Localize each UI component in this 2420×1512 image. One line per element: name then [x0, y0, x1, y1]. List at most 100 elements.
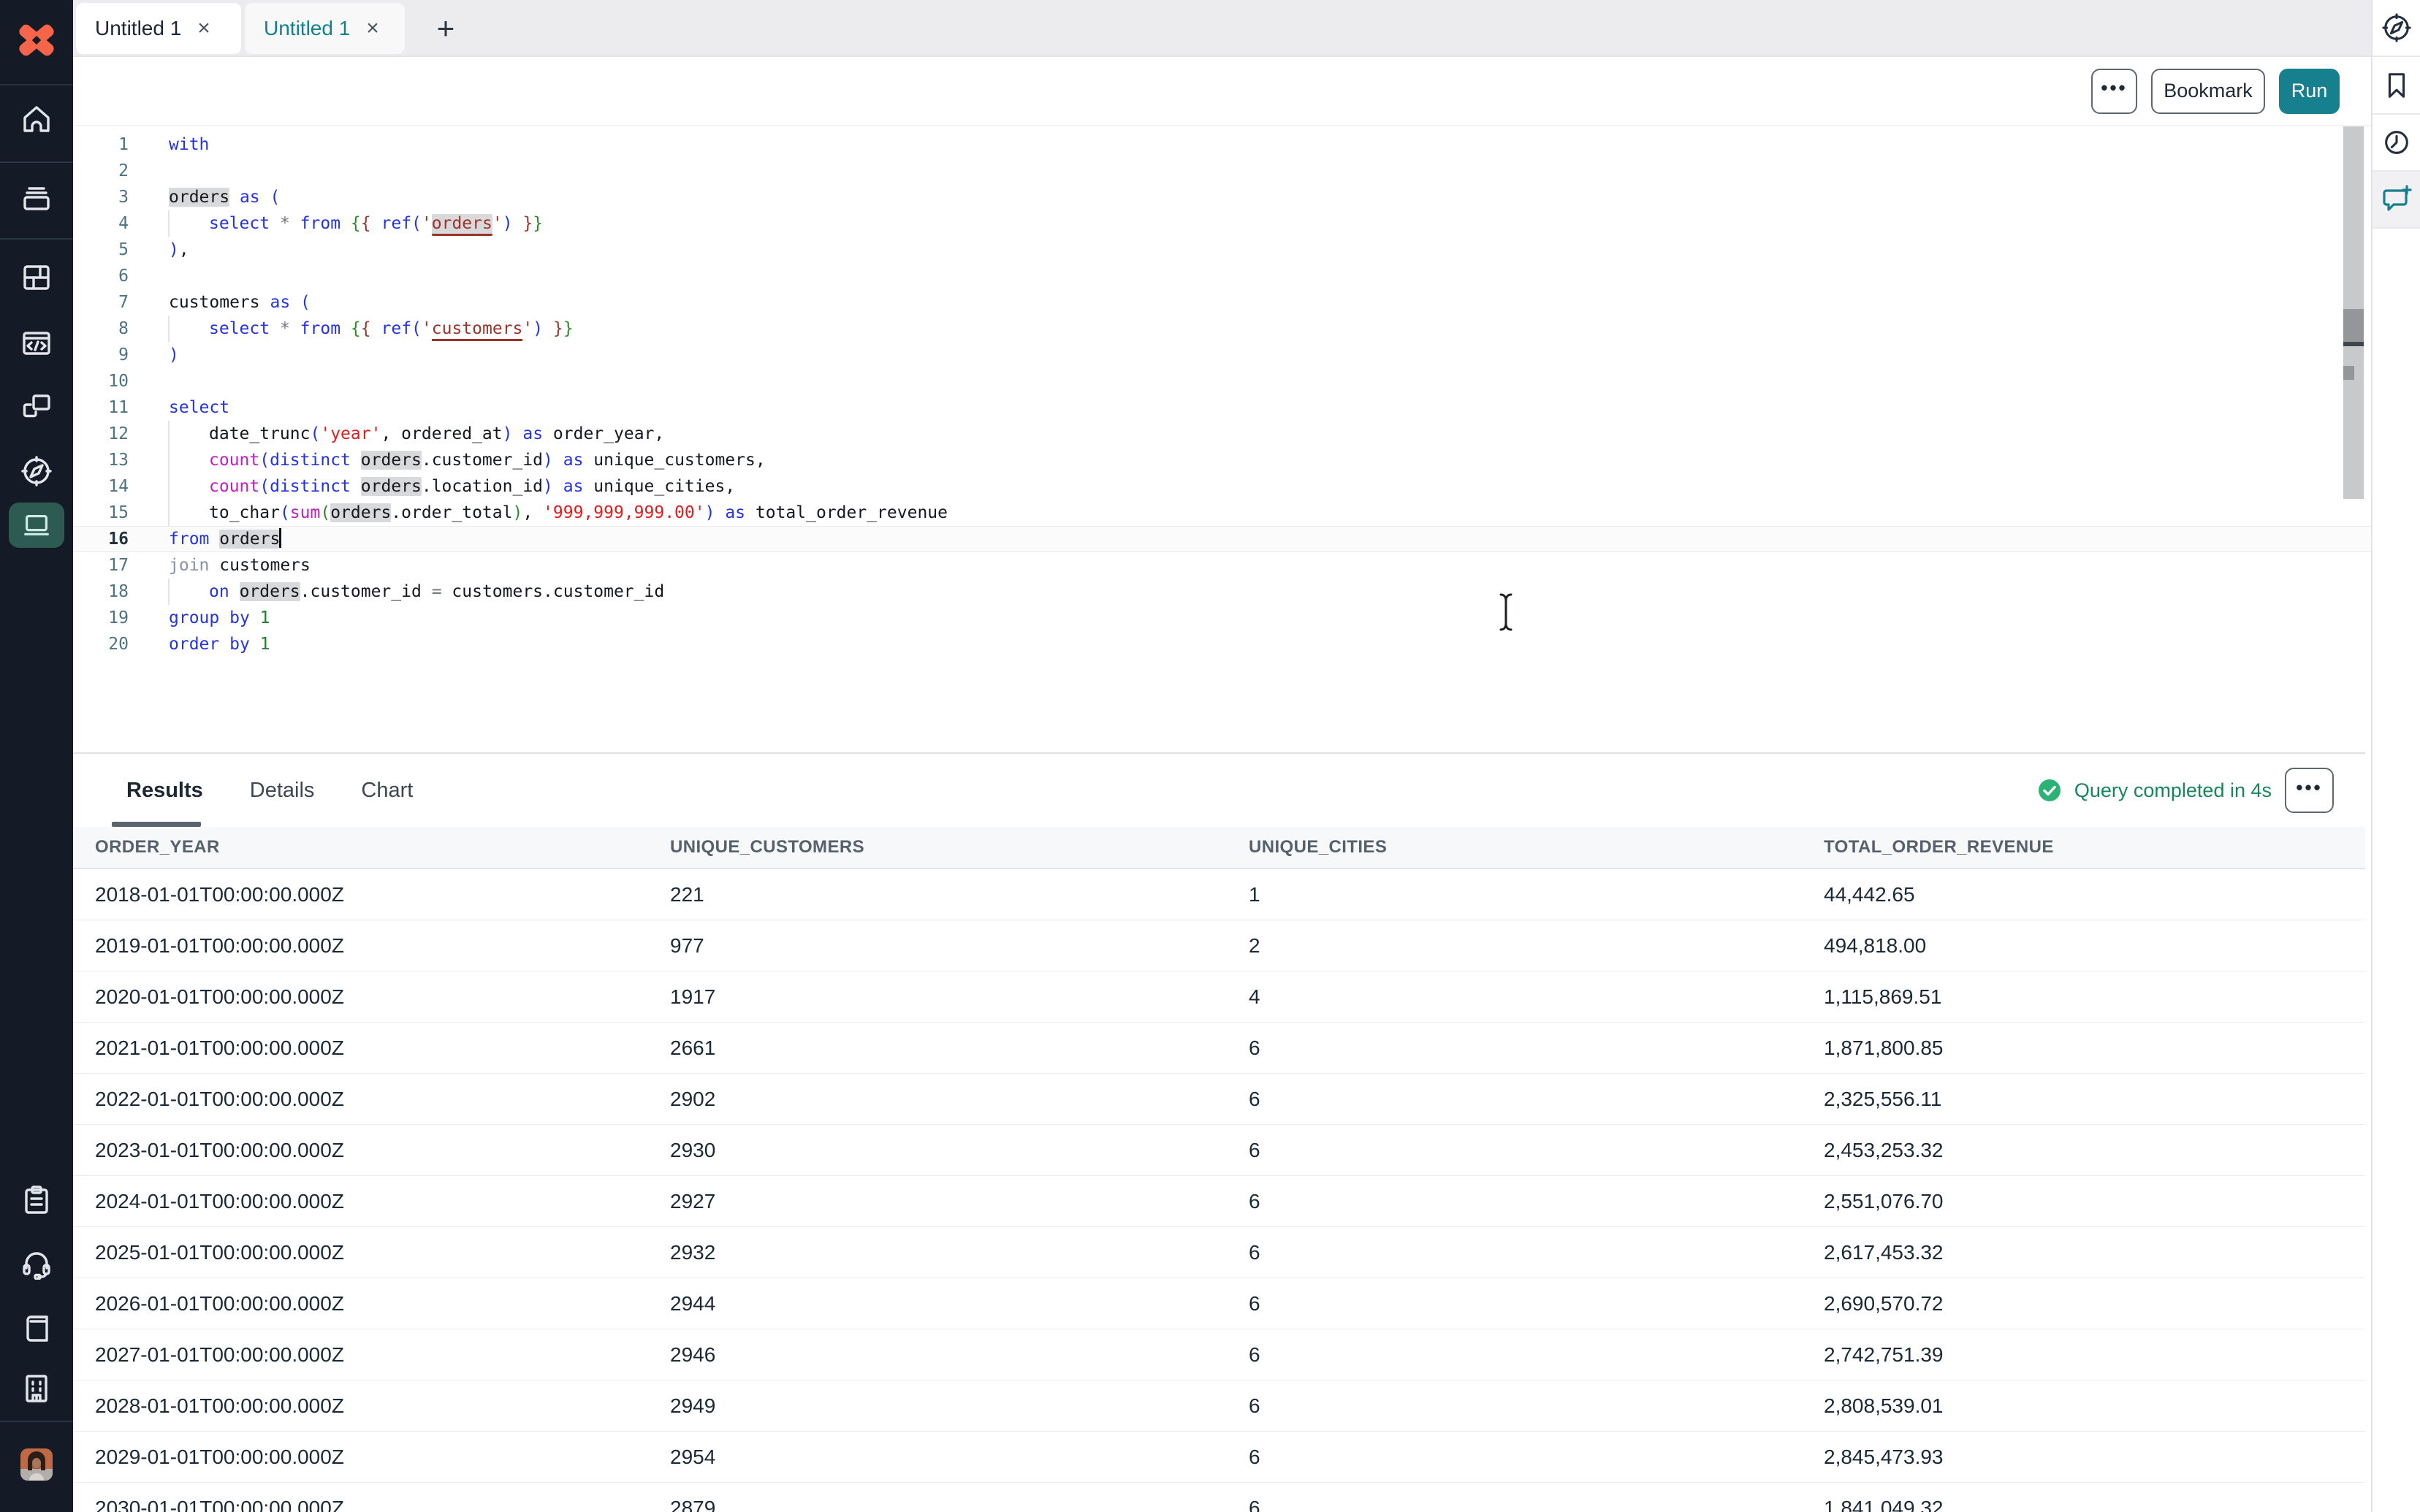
column-header[interactable]: UNIQUE_CUSTOMERS — [648, 837, 1227, 858]
sidebar-item-docs[interactable] — [0, 1302, 73, 1353]
code-line[interactable]: 18on orders.customer_id = customers.cust… — [73, 579, 2371, 605]
sidebar-item-apps[interactable] — [0, 252, 73, 303]
code-line-content: to_char(sum(orders.order_total), '999,99… — [169, 500, 2371, 526]
sidebar-item-clipboard[interactable] — [0, 1175, 73, 1226]
table-cell: 2020-01-01T00:00:00.000Z — [73, 985, 648, 1009]
bookmark-icon — [2381, 70, 2412, 101]
table-cell: 2,690,570.72 — [1802, 1292, 2365, 1316]
sidebar-item-support[interactable] — [0, 1238, 73, 1289]
table-row[interactable]: 2024-01-01T00:00:00.000Z292762,551,076.7… — [73, 1176, 2365, 1227]
doc-tab-2-label: Untitled 1 — [264, 17, 350, 40]
sidebar-item-ai-chat[interactable] — [2373, 172, 2420, 229]
table-cell: 6 — [1227, 1139, 1802, 1162]
table-row[interactable]: 2022-01-01T00:00:00.000Z290262,325,556.1… — [73, 1074, 2365, 1125]
table-row[interactable]: 2023-01-01T00:00:00.000Z293062,453,253.3… — [73, 1125, 2365, 1176]
code-line[interactable]: 12date_trunc('year', ordered_at) as orde… — [73, 421, 2371, 447]
code-line-content: select * from {{ ref('orders') }} — [169, 210, 2371, 237]
table-row[interactable]: 2030-01-01T00:00:00.000Z287961,841,049.3… — [73, 1483, 2365, 1512]
run-button[interactable]: Run — [2279, 69, 2340, 114]
doc-tab-1[interactable]: Untitled 1 × — [76, 3, 241, 54]
sidebar-item-windows[interactable] — [0, 381, 73, 432]
hex-logo[interactable] — [0, 11, 73, 69]
table-cell: 2024-01-01T00:00:00.000Z — [73, 1190, 648, 1213]
code-line[interactable]: 20order by 1 — [73, 631, 2371, 657]
code-line[interactable]: 5), — [73, 237, 2371, 263]
doc-tab-1-label: Untitled 1 — [95, 17, 181, 40]
code-line[interactable]: 17join customers — [73, 552, 2371, 579]
app-window: Untitled 1 × Untitled 1 × + ••• Bookmark… — [0, 0, 2420, 1512]
tab-chart[interactable]: Chart — [361, 779, 413, 803]
sql-editor[interactable]: 1with23orders as (4select * from {{ ref(… — [73, 126, 2371, 752]
sidebar-item-data[interactable] — [0, 173, 73, 224]
code-line[interactable]: 11select — [73, 394, 2371, 421]
code-line-content: with — [169, 131, 2371, 158]
table-row[interactable]: 2021-01-01T00:00:00.000Z266161,871,800.8… — [73, 1023, 2365, 1074]
table-row[interactable]: 2019-01-01T00:00:00.000Z9772494,818.00 — [73, 920, 2365, 971]
table-row[interactable]: 2026-01-01T00:00:00.000Z294462,690,570.7… — [73, 1278, 2365, 1329]
code-line[interactable]: 19group by 1 — [73, 605, 2371, 631]
close-icon[interactable]: × — [366, 18, 379, 39]
column-header[interactable]: UNIQUE_CITIES — [1227, 837, 1802, 858]
table-cell: 2030-01-01T00:00:00.000Z — [73, 1497, 648, 1512]
sidebar-item-code[interactable] — [0, 318, 73, 369]
table-cell: 2902 — [648, 1088, 1227, 1111]
table-cell: 2018-01-01T00:00:00.000Z — [73, 883, 648, 906]
table-row[interactable]: 2028-01-01T00:00:00.000Z294962,808,539.0… — [73, 1381, 2365, 1432]
query-status-text: Query completed in 4s — [2074, 779, 2272, 802]
sidebar-item-explore-right[interactable] — [2373, 0, 2420, 57]
code-line[interactable]: 9) — [73, 342, 2371, 368]
code-line[interactable]: 2 — [73, 158, 2371, 184]
sidebar-divider — [0, 1421, 73, 1422]
sidebar-item-explore[interactable] — [0, 446, 73, 497]
code-line[interactable]: 1with — [73, 131, 2371, 158]
code-line[interactable]: 8select * from {{ ref('customers') }} — [73, 316, 2371, 342]
code-line-content: order by 1 — [169, 631, 2371, 657]
table-row[interactable]: 2018-01-01T00:00:00.000Z221144,442.65 — [73, 869, 2365, 920]
clock-history-icon — [2381, 127, 2412, 158]
bookmark-button[interactable]: Bookmark — [2151, 69, 2265, 114]
toolbar: ••• Bookmark Run — [73, 57, 2371, 126]
line-number: 8 — [73, 316, 129, 342]
sidebar-item-home[interactable] — [0, 93, 73, 145]
table-row[interactable]: 2029-01-01T00:00:00.000Z295462,845,473.9… — [73, 1432, 2365, 1483]
more-options-button[interactable]: ••• — [2091, 69, 2137, 114]
table-row[interactable]: 2027-01-01T00:00:00.000Z294662,742,751.3… — [73, 1329, 2365, 1381]
code-line[interactable]: 15to_char(sum(orders.order_total), '999,… — [73, 500, 2371, 526]
column-header[interactable]: ORDER_YEAR — [73, 837, 648, 858]
table-cell: 6 — [1227, 1446, 1802, 1469]
table-row[interactable]: 2025-01-01T00:00:00.000Z293262,617,453.3… — [73, 1227, 2365, 1278]
table-row[interactable]: 2020-01-01T00:00:00.000Z191741,115,869.5… — [73, 971, 2365, 1023]
sidebar-item-history[interactable] — [2373, 115, 2420, 172]
code-line[interactable]: 14count(distinct orders.location_id) as … — [73, 473, 2371, 500]
building-icon — [20, 1372, 53, 1404]
new-tab-button[interactable]: + — [424, 3, 468, 54]
code-line-content: join customers — [169, 552, 2371, 579]
sidebar-item-notebook-active[interactable] — [9, 503, 64, 548]
avatar-photo — [20, 1448, 53, 1481]
code-line[interactable]: 4select * from {{ ref('orders') }} — [73, 210, 2371, 237]
table-cell: 494,818.00 — [1802, 934, 2365, 958]
results-table-header: ORDER_YEARUNIQUE_CUSTOMERSUNIQUE_CITIEST… — [73, 827, 2365, 869]
line-number: 7 — [73, 289, 129, 316]
code-line[interactable]: 3orders as ( — [73, 184, 2371, 210]
tab-results[interactable]: Results — [126, 779, 203, 803]
doc-tab-2[interactable]: Untitled 1 × — [245, 3, 405, 54]
code-line-active[interactable]: 16from orders — [73, 526, 2371, 552]
tab-details[interactable]: Details — [250, 779, 315, 803]
dashboard-grid-icon — [20, 261, 53, 294]
right-sidebar — [2371, 0, 2420, 1512]
code-line[interactable]: 7customers as ( — [73, 289, 2371, 316]
sidebar-item-bookmarks[interactable] — [2373, 57, 2420, 115]
hex-logo-icon — [14, 18, 59, 63]
table-cell: 2025-01-01T00:00:00.000Z — [73, 1241, 648, 1264]
code-line[interactable]: 10 — [73, 368, 2371, 394]
close-icon[interactable]: × — [197, 18, 210, 39]
column-header[interactable]: TOTAL_ORDER_REVENUE — [1802, 837, 2365, 858]
table-cell: 2,551,076.70 — [1802, 1190, 2365, 1213]
code-line[interactable]: 13count(distinct orders.customer_id) as … — [73, 447, 2371, 473]
code-line[interactable]: 6 — [73, 263, 2371, 289]
user-avatar[interactable] — [20, 1448, 53, 1481]
results-more-button[interactable]: ••• — [2285, 768, 2334, 813]
table-cell: 2029-01-01T00:00:00.000Z — [73, 1446, 648, 1469]
sidebar-item-organization[interactable] — [0, 1362, 73, 1413]
